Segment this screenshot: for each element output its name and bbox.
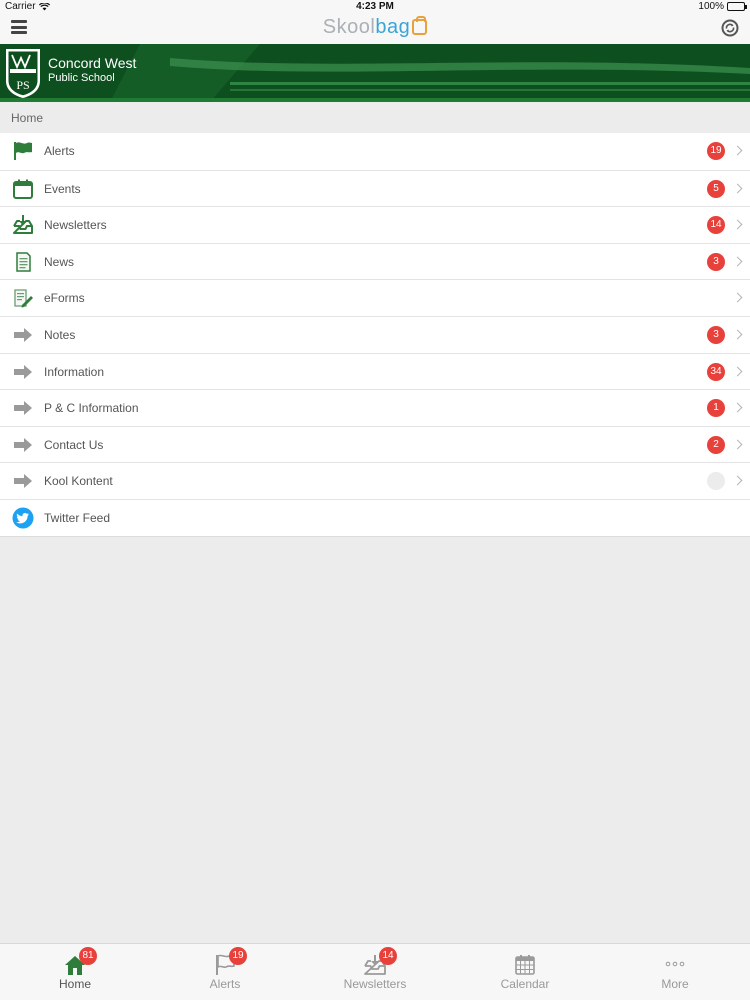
tab-newsletters[interactable]: 14 Newsletters	[300, 944, 450, 1000]
bottom-tab-bar: 81 Home 19 Alerts 14 Newsletters Calenda…	[0, 943, 750, 1000]
count-badge: 2	[707, 435, 725, 454]
chevron-right-icon	[732, 256, 743, 267]
menu-item-alerts[interactable]: Alerts 19	[0, 133, 750, 170]
chevron-right-icon	[732, 329, 743, 340]
menu-item-eforms[interactable]: eForms	[0, 279, 750, 316]
count-badge: 1	[707, 399, 725, 418]
school-crest-icon: PS	[6, 49, 40, 98]
chevron-right-icon	[732, 402, 743, 413]
chevron-right-icon	[732, 439, 743, 450]
menu-item-label: Events	[44, 181, 81, 196]
menu-item-label: Twitter Feed	[44, 510, 111, 525]
tab-label: Calendar	[500, 977, 550, 991]
menu-item-contact-us[interactable]: Contact Us 2	[0, 425, 750, 463]
schoolbag-icon	[412, 16, 428, 35]
brand-part1: Skool	[322, 16, 376, 38]
tab-badge: 14	[379, 947, 397, 965]
menu-item-label: Newsletters	[44, 218, 107, 233]
tab-badge: 81	[79, 947, 97, 965]
menu-item-label: Kool Kontent	[44, 474, 113, 489]
chevron-right-icon	[732, 219, 743, 230]
clock: 4:23 PM	[356, 1, 394, 12]
app-logo: Skoolbag	[0, 16, 750, 39]
arrow-right-icon	[14, 474, 32, 489]
chevron-right-icon	[732, 183, 743, 194]
flag-icon	[14, 142, 32, 160]
sync-icon[interactable]	[721, 19, 739, 37]
menu-item-label: P & C Information	[44, 401, 139, 416]
tab-label: Home	[58, 977, 91, 991]
tab-label: Alerts	[209, 977, 241, 991]
menu-item-label: Notes	[44, 327, 76, 342]
chevron-right-icon	[732, 145, 743, 156]
crest-letters: PS	[16, 78, 29, 92]
count-badge: 34	[707, 362, 725, 381]
calendar-icon	[13, 179, 33, 199]
menu-item-label: Contact Us	[44, 437, 104, 452]
menu-item-news[interactable]: News 3	[0, 242, 750, 280]
tab-more[interactable]: More	[600, 944, 750, 1000]
menu-item-p-and-c-information[interactable]: P & C Information 1	[0, 389, 750, 426]
menu-item-events[interactable]: Events 5	[0, 169, 750, 207]
tab-label: Newsletters	[343, 977, 407, 991]
tab-label: More	[661, 977, 689, 991]
status-bar: Carrier 4:23 PM 100%	[0, 0, 750, 14]
tab-home[interactable]: 81 Home	[0, 944, 150, 1000]
tab-badge: 19	[229, 947, 247, 965]
school-name-line1: Concord West	[48, 55, 137, 71]
document-icon	[16, 252, 31, 272]
arrow-right-icon	[14, 437, 32, 452]
menu-item-information[interactable]: Information 34	[0, 352, 750, 390]
count-badge: 3	[707, 325, 725, 344]
arrow-right-icon	[14, 401, 32, 416]
menu-item-label: News	[44, 254, 75, 269]
battery-icon	[727, 2, 747, 11]
brand-part2: bag	[375, 16, 411, 38]
count-badge	[707, 472, 725, 491]
chevron-right-icon	[732, 292, 743, 303]
menu-item-twitter-feed[interactable]: Twitter Feed	[0, 498, 750, 536]
count-badge: 19	[707, 142, 725, 160]
menu-item-label: eForms	[44, 291, 85, 306]
battery-percent: 100%	[698, 1, 724, 12]
count-badge: 5	[707, 179, 725, 198]
chevron-right-icon	[732, 475, 743, 486]
form-pencil-icon	[14, 289, 33, 308]
breadcrumb: Home	[0, 102, 750, 133]
count-badge: 14	[707, 216, 725, 235]
arrow-right-icon	[14, 327, 32, 342]
battery-indicator: 100%	[698, 1, 747, 12]
menu-item-newsletters[interactable]: Newsletters 14	[0, 206, 750, 243]
menu-item-label: Information	[44, 364, 105, 379]
school-name-line2: Public School	[48, 72, 115, 84]
app-header: Skoolbag	[0, 14, 750, 44]
menu-item-kool-kontent[interactable]: Kool Kontent	[0, 462, 750, 499]
menu-item-label: Alerts	[44, 144, 75, 158]
tab-calendar[interactable]: Calendar	[450, 944, 600, 1000]
tab-alerts[interactable]: 19 Alerts	[150, 944, 300, 1000]
count-badge: 3	[707, 252, 725, 271]
menu-item-notes[interactable]: Notes 3	[0, 315, 750, 353]
inbox-download-icon	[13, 215, 33, 235]
home-menu-list: Alerts 19 Events 5 Newsletters 14 News 3…	[0, 133, 750, 537]
school-name: Concord West Public School	[48, 55, 136, 84]
arrow-right-icon	[14, 364, 32, 379]
twitter-icon	[12, 507, 34, 529]
calendar-grid-icon	[515, 955, 535, 975]
school-banner: PS Concord West Public School	[0, 44, 750, 102]
more-dots-icon	[665, 961, 685, 967]
chevron-right-icon	[732, 366, 743, 377]
